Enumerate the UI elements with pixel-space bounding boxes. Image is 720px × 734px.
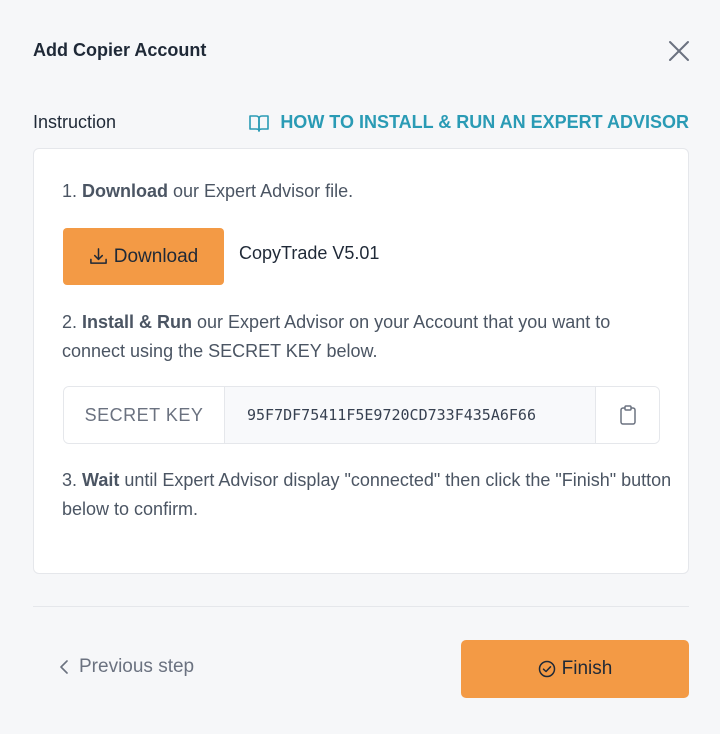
download-button[interactable]: Download bbox=[63, 228, 224, 285]
previous-step-button[interactable]: Previous step bbox=[60, 656, 194, 678]
clipboard-icon bbox=[619, 405, 636, 425]
download-icon bbox=[89, 248, 107, 264]
add-copier-account-modal: Add Copier Account Instruction HOW TO IN… bbox=[0, 0, 720, 734]
finish-button-label: Finish bbox=[561, 658, 613, 679]
secret-key-field: SECRET KEY 95F7DF75411F5E9720CD733F435A6… bbox=[63, 386, 660, 444]
instruction-label: Instruction bbox=[33, 112, 117, 132]
previous-step-label: Previous step bbox=[79, 656, 195, 677]
download-button-label: Download bbox=[113, 245, 199, 267]
how-to-install-link[interactable]: HOW TO INSTALL & RUN AN EXPERT ADVISOR bbox=[248, 112, 689, 133]
instruction-card: 1. Download our Expert Advisor file. Dow… bbox=[33, 148, 689, 574]
modal-title: Add Copier Account bbox=[33, 40, 207, 60]
step-3-text: 3. Wait until Expert Advisor display "co… bbox=[62, 470, 672, 519]
finish-button[interactable]: Finish bbox=[461, 640, 689, 698]
book-open-icon bbox=[249, 114, 270, 132]
secret-key-label: SECRET KEY bbox=[64, 387, 225, 443]
secret-key-value[interactable]: 95F7DF75411F5E9720CD733F435A6F66 bbox=[225, 387, 595, 443]
step-1-text: 1. Download our Expert Advisor file. bbox=[62, 181, 354, 201]
step-2-text: 2. Install & Run our Expert Advisor on y… bbox=[62, 312, 611, 361]
close-button[interactable] bbox=[666, 38, 692, 64]
chevron-left-icon bbox=[60, 660, 68, 674]
ea-version-label: CopyTrade V5.01 bbox=[239, 243, 380, 263]
close-icon bbox=[669, 41, 689, 61]
copy-secret-button[interactable] bbox=[595, 387, 659, 443]
how-to-install-link-label: HOW TO INSTALL & RUN AN EXPERT ADVISOR bbox=[280, 112, 689, 132]
footer-divider bbox=[33, 606, 689, 607]
check-circle-icon bbox=[538, 660, 555, 678]
